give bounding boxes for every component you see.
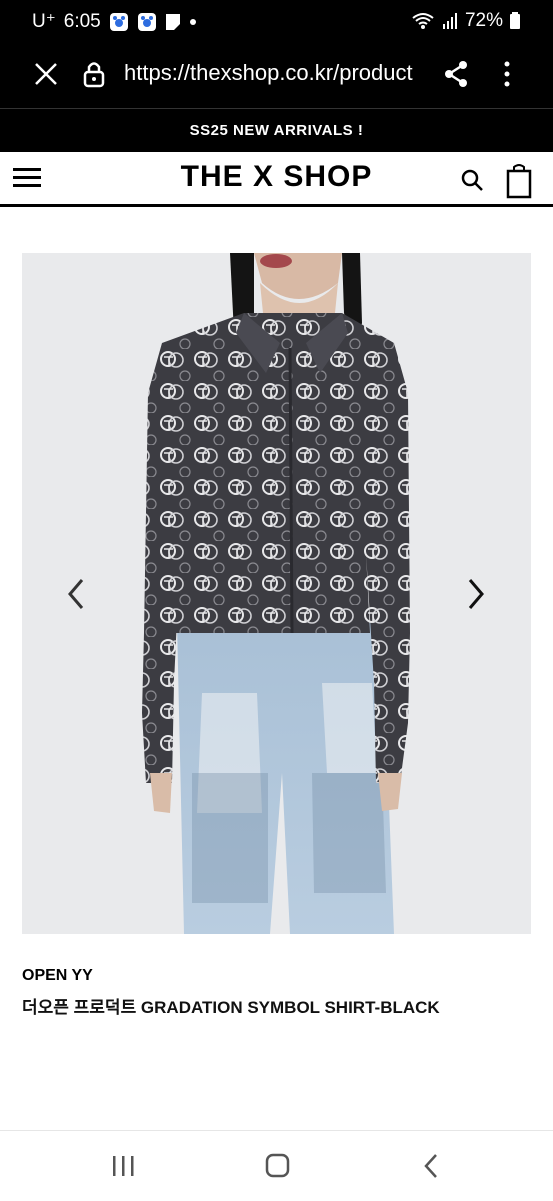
home-icon[interactable] [257, 1149, 297, 1183]
product-name: 더오픈 프로덕트 GRADATION SYMBOL SHIRT-BLACK [22, 998, 440, 1017]
time-label: 6:05 [63, 10, 101, 32]
recent-apps-icon[interactable] [103, 1149, 143, 1183]
product-brand[interactable]: OPEN YY [22, 967, 93, 985]
url-bar[interactable]: https://thexshop.co.kr/product [124, 60, 420, 86]
browser-toolbar: https://thexshop.co.kr/product [0, 42, 553, 108]
search-icon[interactable] [460, 168, 484, 192]
status-left: U⁺ 6:05 [32, 10, 197, 33]
status-bar: U⁺ 6:05 72% [0, 0, 553, 42]
battery-label: 72% [464, 10, 503, 31]
product-image[interactable] [22, 253, 531, 934]
promo-banner-text: SS25 NEW ARRIVALS ! [189, 122, 364, 139]
notes-icon [165, 13, 180, 30]
dot-icon [189, 18, 196, 25]
shopping-bag-icon[interactable] [505, 163, 533, 199]
wifi-icon [412, 13, 434, 29]
battery-icon [510, 12, 520, 29]
promo-banner[interactable]: SS25 NEW ARRIVALS ! [0, 108, 553, 153]
baby-monitor-icon [109, 12, 128, 31]
more-vert-icon[interactable] [491, 58, 523, 90]
close-icon[interactable] [30, 58, 62, 90]
share-icon[interactable] [440, 58, 472, 90]
chevron-left-icon[interactable] [58, 574, 94, 614]
baby-monitor-icon [137, 12, 156, 31]
product-photo [22, 253, 531, 934]
site-header: THE X SHOP [0, 152, 553, 207]
signal-icon [442, 13, 457, 29]
status-right: 72% [411, 10, 521, 32]
system-nav-bar [0, 1130, 553, 1201]
carrier-label: U⁺ [32, 11, 56, 32]
chevron-right-icon[interactable] [458, 574, 494, 614]
lock-icon[interactable] [78, 58, 110, 90]
back-icon[interactable] [412, 1149, 452, 1183]
